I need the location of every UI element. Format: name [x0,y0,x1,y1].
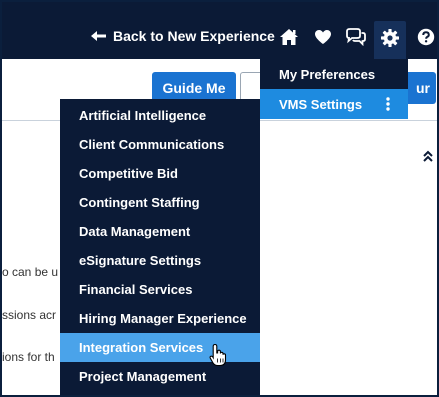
submenu-item-hiring-manager-experience[interactable]: Hiring Manager Experience [60,304,260,333]
home-icon[interactable] [278,26,300,48]
submenu-item-contingent-staffing[interactable]: Contingent Staffing [60,188,260,217]
menu-item-vms-settings[interactable]: VMS Settings [260,89,408,119]
submenu-item-artificial-intelligence[interactable]: Artificial Intelligence [60,101,260,130]
double-chevron-up-icon[interactable] [421,149,435,163]
submenu-item-client-communications[interactable]: Client Communications [60,130,260,159]
top-nav-bar: Back to New Experience [2,2,437,59]
submenu-item-label: Contingent Staffing [79,195,200,210]
submenu-item-project-management[interactable]: Project Management [60,362,260,391]
submenu-item-data-management[interactable]: Data Management [60,217,260,246]
settings-dropdown-menu: My Preferences VMS Settings [260,59,408,119]
chat-icon[interactable] [345,26,367,48]
back-link-label: Back to New Experience [113,28,275,44]
gear-icon [380,28,400,48]
submenu-item-label: Client Communications [79,137,225,152]
kebab-menu-icon[interactable] [386,97,390,111]
submenu-item-esignature-settings[interactable]: eSignature Settings [60,246,260,275]
background-text: ssions acr [2,308,57,322]
menu-item-my-preferences[interactable]: My Preferences [260,59,408,89]
submenu-item-integration-services[interactable]: Integration Services [60,333,260,362]
submenu-item-label: Integration Services [79,340,204,355]
submenu-item-label: Competitive Bid [79,166,178,181]
background-text: ions for th [2,350,55,364]
background-text: o can be u [2,265,59,279]
submenu-item-label: Hiring Manager Experience [79,311,247,326]
app-window: Back to New Experience Guide Me ur o can… [0,0,439,397]
menu-item-label: VMS Settings [279,96,363,112]
back-to-new-experience-link[interactable]: Back to New Experience [90,26,275,46]
menu-item-label: My Preferences [279,66,376,82]
arrow-left-icon [91,31,106,41]
vms-settings-submenu: Artificial Intelligence Client Communica… [60,99,260,395]
settings-tab[interactable] [374,21,406,59]
submenu-item-label: Project Management [79,369,207,384]
submenu-item-label: Data Management [79,224,191,239]
submenu-item-label: Artificial Intelligence [79,108,207,123]
hand-pointer-cursor-icon [209,343,227,367]
submenu-item-label: eSignature Settings [79,253,202,268]
heart-icon[interactable] [312,26,334,48]
submenu-item-financial-services[interactable]: Financial Services [60,275,260,304]
submenu-item-label: Financial Services [79,282,193,297]
help-icon[interactable] [415,26,437,48]
submenu-item-competitive-bid[interactable]: Competitive Bid [60,159,260,188]
